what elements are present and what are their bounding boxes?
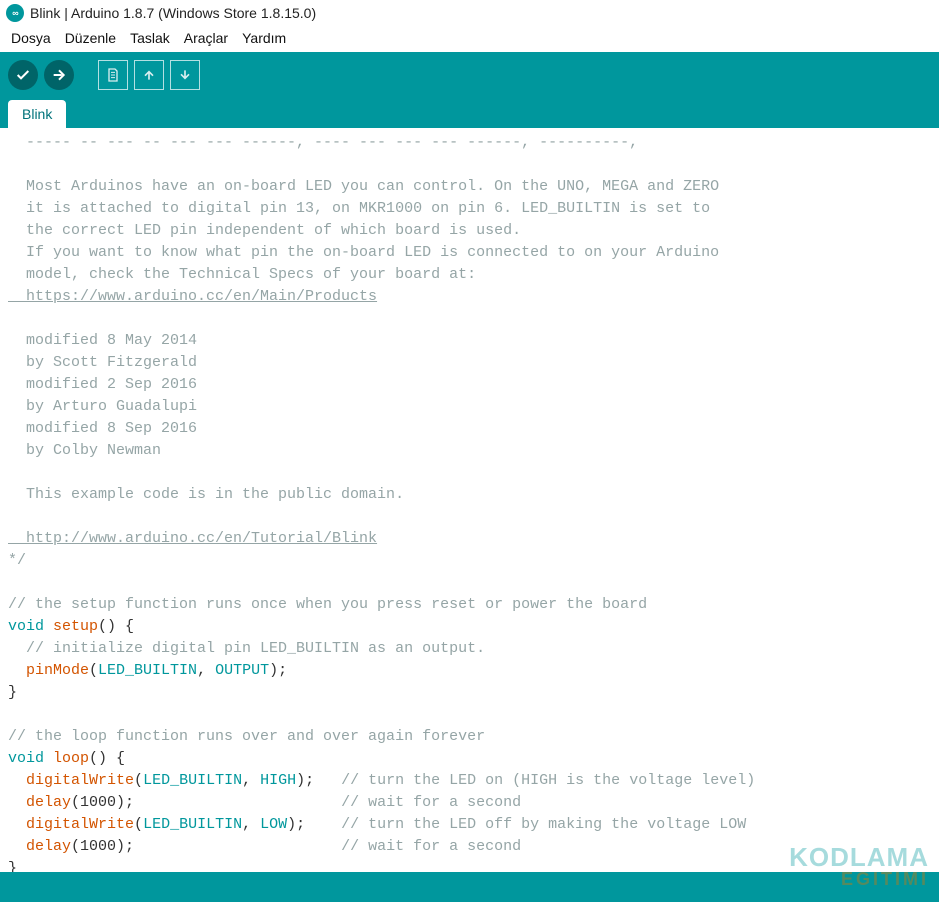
window-titlebar: ∞ Blink | Arduino 1.8.7 (Windows Store 1… — [0, 0, 939, 26]
menu-edit[interactable]: Düzenle — [60, 28, 121, 48]
code-line: Most Arduinos have an on-board LED you c… — [8, 176, 931, 198]
verify-button[interactable] — [8, 60, 38, 90]
code-line: delay(1000); // wait for a second — [8, 836, 931, 858]
code-line: by Colby Newman — [8, 440, 931, 462]
tab-strip: Blink — [0, 98, 939, 128]
code-line: digitalWrite(LED_BUILTIN, LOW); // turn … — [8, 814, 931, 836]
code-line: http://www.arduino.cc/en/Tutorial/Blink — [8, 528, 931, 550]
code-line: } — [8, 682, 931, 704]
code-line: } — [8, 858, 931, 872]
code-line: https://www.arduino.cc/en/Main/Products — [8, 286, 931, 308]
upload-button[interactable] — [44, 60, 74, 90]
file-icon — [105, 67, 121, 83]
code-line: by Scott Fitzgerald — [8, 352, 931, 374]
code-line: If you want to know what pin the on-boar… — [8, 242, 931, 264]
new-button[interactable] — [98, 60, 128, 90]
code-line: // the setup function runs once when you… — [8, 594, 931, 616]
code-line: void setup() { — [8, 616, 931, 638]
toolbar — [0, 52, 939, 98]
code-line — [8, 572, 931, 594]
code-line: */ — [8, 550, 931, 572]
code-line: delay(1000); // wait for a second — [8, 792, 931, 814]
code-line: // initialize digital pin LED_BUILTIN as… — [8, 638, 931, 660]
code-line: pinMode(LED_BUILTIN, OUTPUT); — [8, 660, 931, 682]
window-title: Blink | Arduino 1.8.7 (Windows Store 1.8… — [30, 5, 316, 21]
code-line — [8, 462, 931, 484]
menu-file[interactable]: Dosya — [6, 28, 56, 48]
menu-help[interactable]: Yardım — [237, 28, 291, 48]
code-line: modified 8 May 2014 — [8, 330, 931, 352]
code-editor[interactable]: ----- -- --- -- --- --- ------, ---- ---… — [0, 128, 939, 872]
code-line — [8, 506, 931, 528]
code-line — [8, 154, 931, 176]
menu-sketch[interactable]: Taslak — [125, 28, 175, 48]
code-line: model, check the Technical Specs of your… — [8, 264, 931, 286]
tab-blink[interactable]: Blink — [8, 100, 66, 128]
arrow-right-icon — [51, 67, 67, 83]
arrow-up-icon — [141, 67, 157, 83]
menubar: Dosya Düzenle Taslak Araçlar Yardım — [0, 26, 939, 52]
save-button[interactable] — [170, 60, 200, 90]
code-line: modified 8 Sep 2016 — [8, 418, 931, 440]
arduino-icon: ∞ — [6, 4, 24, 22]
check-icon — [15, 67, 31, 83]
code-line: by Arturo Guadalupi — [8, 396, 931, 418]
code-line: the correct LED pin independent of which… — [8, 220, 931, 242]
code-line: it is attached to digital pin 13, on MKR… — [8, 198, 931, 220]
status-bar — [0, 872, 939, 902]
menu-tools[interactable]: Araçlar — [179, 28, 233, 48]
code-line — [8, 308, 931, 330]
code-line — [8, 704, 931, 726]
code-line: ----- -- --- -- --- --- ------, ---- ---… — [8, 132, 931, 154]
code-line: This example code is in the public domai… — [8, 484, 931, 506]
arrow-down-icon — [177, 67, 193, 83]
code-line: digitalWrite(LED_BUILTIN, HIGH); // turn… — [8, 770, 931, 792]
open-button[interactable] — [134, 60, 164, 90]
code-line: void loop() { — [8, 748, 931, 770]
code-line: // the loop function runs over and over … — [8, 726, 931, 748]
code-line: modified 2 Sep 2016 — [8, 374, 931, 396]
